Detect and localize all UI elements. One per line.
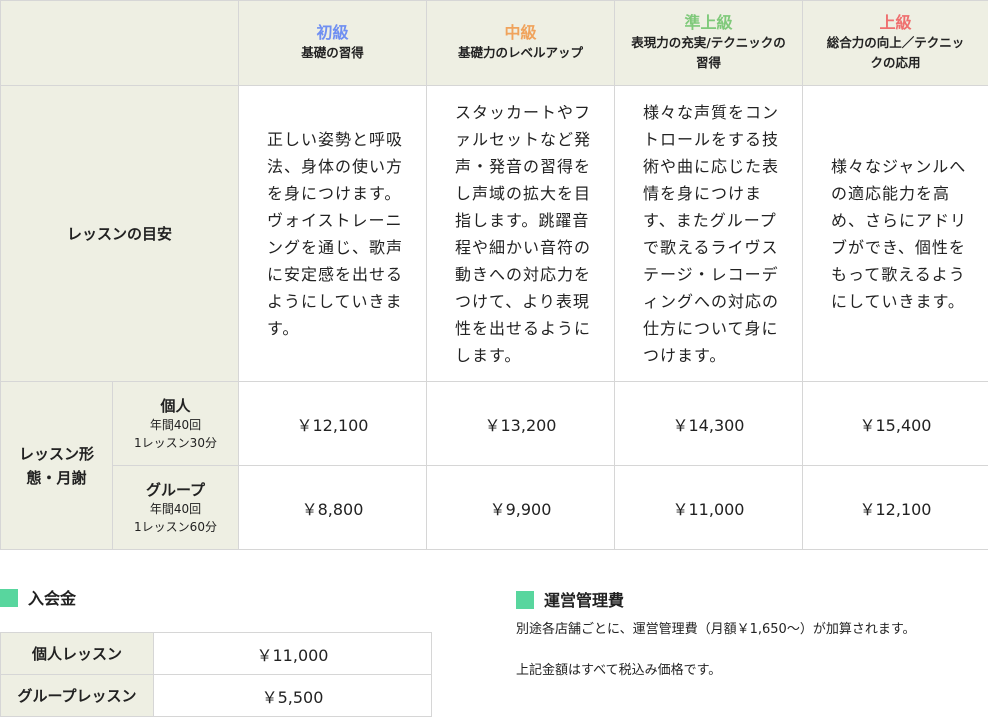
square-bullet-icon [0, 589, 18, 607]
price-table: 初級 基礎の習得 中級 基礎力のレベルアップ 準上級 表現力の充実/テクニックの… [0, 0, 988, 550]
admission-label: 個人レッスン [1, 633, 154, 675]
level-header-pre-advanced: 準上級 表現力の充実/テクニックの習得 [615, 1, 803, 86]
tax-note: 上記金額はすべて税込み価格です。 [516, 659, 721, 678]
price-cell: ￥14,300 [615, 382, 803, 466]
level-subtitle: 総合力の向上／テクニックの応用 [803, 33, 988, 73]
admission-title: 入会金 [28, 589, 76, 608]
lesson-type-label-text: レッスン形態・月謝 [12, 442, 102, 490]
admission-table: 個人レッスン ￥11,000 グループレッスン ￥5,500 [0, 632, 432, 717]
lesson-individual-cell: 個人 年間40回 1レッスン30分 [113, 382, 239, 466]
level-subtitle: 表現力の充実/テクニックの習得 [615, 33, 802, 73]
lesson-detail: 1レッスン60分 [113, 518, 238, 536]
price-cell: ￥12,100 [803, 466, 988, 550]
admission-label: グループレッスン [1, 675, 154, 717]
management-title: 運営管理費 [544, 591, 624, 610]
lesson-name: グループ [113, 480, 238, 500]
level-title: 初級 [239, 23, 426, 43]
lesson-detail: 年間40回 [113, 500, 238, 518]
price-cell: ￥11,000 [615, 466, 803, 550]
admission-value: ￥5,500 [154, 675, 432, 717]
price-cell: ￥13,200 [427, 382, 615, 466]
admission-heading: 入会金 [0, 585, 76, 609]
price-cell: ￥8,800 [239, 466, 427, 550]
level-title: 中級 [427, 23, 614, 43]
lesson-group-cell: グループ 年間40回 1レッスン60分 [113, 466, 239, 550]
guide-desc-advanced: 様々なジャンルへの適応能力を高め、さらにアドリブができ、個性をもって歌えるように… [803, 86, 988, 382]
guide-label: レッスンの目安 [1, 86, 239, 382]
corner-cell [1, 1, 239, 86]
management-heading: 運営管理費 [516, 587, 624, 611]
level-subtitle: 基礎力のレベルアップ [427, 43, 614, 63]
management-note: 別途各店舗ごとに、運営管理費（月額￥1,650～）が加算されます。 [516, 618, 916, 637]
lesson-detail: 年間40回 [113, 416, 238, 434]
guide-desc-intermediate: スタッカートやファルセットなど発声・発音の習得をし声域の拡大を目指します。跳躍音… [427, 86, 615, 382]
level-header-advanced: 上級 総合力の向上／テクニックの応用 [803, 1, 988, 86]
lesson-type-label: レッスン形態・月謝 [1, 382, 113, 550]
guide-desc-beginner: 正しい姿勢と呼吸法、身体の使い方を身につけます。ヴォイストレーニングを通じ、歌声… [239, 86, 427, 382]
price-cell: ￥9,900 [427, 466, 615, 550]
lesson-name: 個人 [113, 396, 238, 416]
price-cell: ￥15,400 [803, 382, 988, 466]
level-header-intermediate: 中級 基礎力のレベルアップ [427, 1, 615, 86]
lesson-detail: 1レッスン30分 [113, 434, 238, 452]
guide-desc-pre-advanced: 様々な声質をコントロールをする技術や曲に応じた表情を身につけます、またグループで… [615, 86, 803, 382]
admission-value: ￥11,000 [154, 633, 432, 675]
level-title: 上級 [803, 13, 988, 33]
level-title: 準上級 [615, 13, 802, 33]
square-bullet-icon [516, 591, 534, 609]
price-cell: ￥12,100 [239, 382, 427, 466]
level-subtitle: 基礎の習得 [239, 43, 426, 63]
level-header-beginner: 初級 基礎の習得 [239, 1, 427, 86]
